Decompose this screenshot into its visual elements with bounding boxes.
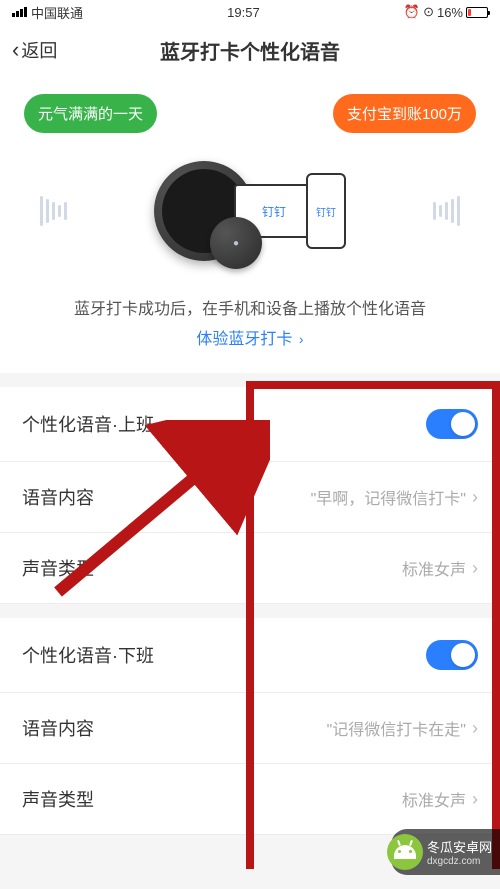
- toggle-label: 个性化语音·下班: [22, 642, 154, 668]
- toggle-label: 个性化语音·上班: [22, 411, 154, 437]
- voice-content-row-on[interactable]: 语音内容 "早啊，记得微信打卡" ›: [0, 462, 500, 533]
- voice-type-row-on[interactable]: 声音类型 标准女声 ›: [0, 533, 500, 604]
- row-value: "早啊，记得微信打卡": [311, 485, 466, 509]
- row-value: 标准女声: [402, 787, 466, 811]
- row-label: 声音类型: [22, 786, 94, 812]
- toggle-row-work-off[interactable]: 个性化语音·下班: [0, 618, 500, 693]
- hero-subtitle: 蓝牙打卡成功后，在手机和设备上播放个性化语音: [0, 295, 500, 319]
- alarm-icon: ⏰: [404, 4, 420, 20]
- hero-section: 元气满满的一天 支付宝到账100万 钉钉 钉钉 蓝牙打卡成功后，在手机和设备上播…: [0, 76, 500, 373]
- chevron-right-icon: ›: [472, 558, 478, 579]
- row-value: 标准女声: [402, 556, 466, 580]
- toggle-row-work-on[interactable]: 个性化语音·上班: [0, 387, 500, 462]
- sound-wave-left-icon: [40, 196, 67, 226]
- speech-bubble-orange: 支付宝到账100万: [333, 94, 476, 133]
- chevron-right-icon: ›: [472, 718, 478, 739]
- row-value: "记得微信打卡在走": [327, 716, 466, 740]
- battery-icon: [466, 7, 488, 18]
- voice-type-row-off[interactable]: 声音类型 标准女声 ›: [0, 764, 500, 835]
- android-icon: [387, 834, 423, 870]
- experience-link[interactable]: 体验蓝牙打卡 ›: [0, 325, 500, 349]
- row-label: 声音类型: [22, 555, 94, 581]
- chevron-right-icon: ›: [299, 331, 304, 347]
- watermark-text: 冬瓜安卓网: [427, 837, 492, 856]
- signal-icon: [12, 7, 27, 17]
- carrier-label: 中国联通: [31, 3, 83, 22]
- experience-link-text: 体验蓝牙打卡: [196, 331, 292, 348]
- status-time: 19:57: [227, 5, 260, 20]
- voice-content-row-off[interactable]: 语音内容 "记得微信打卡在走" ›: [0, 693, 500, 764]
- phone-icon: 钉钉: [306, 173, 346, 249]
- toggle-switch[interactable]: [426, 640, 478, 670]
- speech-bubble-green: 元气满满的一天: [24, 94, 157, 133]
- chevron-right-icon: ›: [472, 789, 478, 810]
- status-left: 中国联通: [12, 3, 83, 22]
- device-illustration: 钉钉 钉钉: [0, 141, 500, 281]
- sound-wave-right-icon: [433, 196, 460, 226]
- chevron-left-icon: ‹: [12, 37, 19, 63]
- nav-bar: ‹ 返回 蓝牙打卡个性化语音: [0, 24, 500, 76]
- back-button[interactable]: ‹ 返回: [0, 37, 57, 63]
- row-label: 语音内容: [22, 484, 94, 510]
- page-title: 蓝牙打卡个性化语音: [160, 36, 340, 65]
- chevron-right-icon: ›: [472, 487, 478, 508]
- watermark: 冬瓜安卓网 dxgcdz.com: [391, 829, 500, 875]
- status-right: ⏰ ⊙ 16%: [404, 4, 488, 20]
- status-bar: 中国联通 19:57 ⏰ ⊙ 16%: [0, 0, 500, 24]
- battery-percent: 16%: [437, 5, 463, 20]
- speaker-small-icon: [210, 217, 262, 269]
- orientation-lock-icon: ⊙: [423, 4, 434, 20]
- toggle-switch[interactable]: [426, 409, 478, 439]
- watermark-url: dxgcdz.com: [427, 856, 492, 867]
- row-label: 语音内容: [22, 715, 94, 741]
- back-label: 返回: [21, 37, 57, 63]
